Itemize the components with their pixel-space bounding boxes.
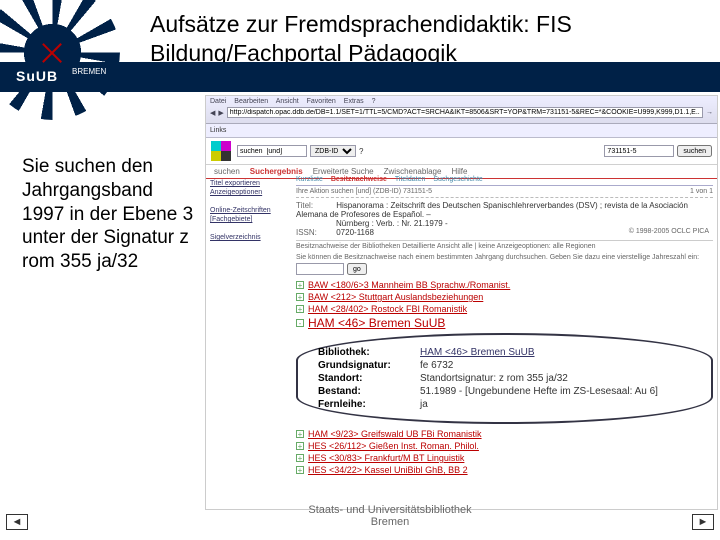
- left-link[interactable]: Titel exportieren: [210, 180, 290, 187]
- tab-suchergebnis[interactable]: Suchergebnis: [250, 167, 303, 176]
- action-text: Ihre Aktion suchen [und] (ZDB-ID) 731151…: [296, 188, 432, 195]
- subtab-besitznachweise[interactable]: Besitznachweise: [331, 176, 387, 183]
- issn-value: 0720-1168: [336, 228, 374, 237]
- forward-icon[interactable]: ▶: [218, 109, 223, 117]
- main-column: Kurzliste Besitznachweise Titeldaten Suc…: [296, 174, 713, 476]
- fernleihe-label: Fernleihe:: [318, 399, 418, 410]
- slide-title: Aufsätze zur Fremdsprachendidaktik: FIS …: [150, 10, 572, 68]
- standort-value: Standortsignatur: z rom 355 ja/32: [420, 373, 658, 384]
- bestand-value: 51.1989 - [Ungebundene Hefte im ZS-Leses…: [420, 386, 658, 397]
- bibliothek-label: Bibliothek:: [318, 347, 418, 358]
- year-go-button[interactable]: go: [347, 263, 367, 275]
- collapse-icon[interactable]: -: [296, 319, 304, 327]
- holdings-note: Sie können die Besitznachweise nach eine…: [296, 252, 713, 263]
- result-count: 1 von 1: [690, 188, 713, 195]
- expand-icon[interactable]: +: [296, 293, 304, 301]
- subtab-suchgeschichte[interactable]: Suchgeschichte: [433, 176, 482, 183]
- expand-icon[interactable]: +: [296, 466, 304, 474]
- next-slide-button[interactable]: ►: [692, 514, 714, 530]
- browser-screenshot: Datei Bearbeiten Ansicht Favoriten Extra…: [205, 95, 718, 510]
- library-link-selected[interactable]: HAM <46> Bremen SuUB: [308, 316, 445, 330]
- library-link[interactable]: HES <34/22> Kassel UniBibl GhB, BB 2: [308, 465, 468, 475]
- title-line1: Aufsätze zur Fremdsprachendidaktik: FIS: [150, 11, 572, 37]
- library-link[interactable]: HAM <28/402> Rostock FBI Romanistik: [308, 304, 467, 314]
- menu-item[interactable]: ?: [372, 98, 376, 105]
- record-block: Titel: Hispanorama : Zeitschrift des Deu…: [296, 198, 713, 241]
- left-link[interactable]: [Fachgebiete]: [210, 216, 290, 223]
- holding-detail-ellipse: Bibliothek: HAM <46> Bremen SuUB Grundsi…: [296, 333, 713, 424]
- bestand-label: Bestand:: [318, 386, 418, 397]
- left-link[interactable]: Sigelverzeichnis: [210, 234, 290, 241]
- expand-icon[interactable]: +: [296, 442, 304, 450]
- footer-text: Staats- und UniversitätsbibliothekBremen: [260, 504, 520, 528]
- address-bar[interactable]: [227, 107, 703, 118]
- subtab-titeldaten[interactable]: Titeldaten: [395, 176, 425, 183]
- menu-item[interactable]: Extras: [344, 98, 364, 105]
- search-button[interactable]: suchen: [677, 145, 712, 157]
- menu-item[interactable]: Favoriten: [307, 98, 336, 105]
- go-icon[interactable]: →: [706, 109, 713, 116]
- bibliothek-value[interactable]: HAM <46> Bremen SuUB: [420, 347, 535, 358]
- sub-tabs: Kurzliste Besitznachweise Titeldaten Suc…: [296, 174, 713, 186]
- subtab-kurzliste[interactable]: Kurzliste: [296, 176, 323, 183]
- instruction-text: Sie suchen den Jahrgangsband 1997 in der…: [22, 155, 197, 274]
- browser-toolbar: Datei Bearbeiten Ansicht Favoriten Extra…: [206, 96, 717, 124]
- expand-icon[interactable]: +: [296, 305, 304, 313]
- suub-logo-icon: [0, 0, 120, 120]
- library-list: + BAW <180/6>3 Mannheim BB Sprachw./Roman…: [296, 279, 713, 331]
- grundsig-label: Grundsignatur:: [318, 360, 418, 371]
- grundsig-value: fe 6732: [420, 360, 658, 371]
- title-label: Titel:: [296, 201, 334, 210]
- standort-label: Standort:: [318, 373, 418, 384]
- library-link[interactable]: HAM <9/23> Greifswald UB FBi Romanistik: [308, 429, 482, 439]
- links-label: Links: [210, 127, 226, 134]
- year-input[interactable]: [296, 263, 344, 275]
- library-link[interactable]: BAW <212> Stuttgart Auslandsbeziehungen: [308, 292, 483, 302]
- catalog-logo-icon: [211, 141, 231, 161]
- menu-item[interactable]: Ansicht: [276, 98, 299, 105]
- expand-icon[interactable]: +: [296, 281, 304, 289]
- left-column: Titel exportieren Anzeigeoptionen Online…: [206, 176, 294, 509]
- help-icon[interactable]: ?: [359, 147, 363, 156]
- record-place: Nürnberg : Verb. : Nr. 21.1979 -: [336, 219, 448, 228]
- search-field-select[interactable]: ZDB-ID: [310, 145, 356, 157]
- menu-item[interactable]: Bearbeiten: [234, 98, 268, 105]
- issn-label: ISSN:: [296, 228, 334, 237]
- browser-menu: Datei Bearbeiten Ansicht Favoriten Extra…: [210, 98, 713, 105]
- fernleihe-value: ja: [420, 399, 658, 410]
- back-icon[interactable]: ◀: [210, 109, 215, 117]
- prev-slide-button[interactable]: ◄: [6, 514, 28, 530]
- library-link[interactable]: HES <26/112> Gießen Inst. Roman. Philol.: [308, 441, 479, 451]
- left-link[interactable]: Anzeigeoptionen: [210, 189, 290, 196]
- holdings-bar: Besitznachweise der Bibliotheken Detaill…: [296, 241, 713, 252]
- menu-item[interactable]: Datei: [210, 98, 226, 105]
- expand-icon[interactable]: +: [296, 430, 304, 438]
- library-link[interactable]: BAW <180/6>3 Mannheim BB Sprachw./Romani…: [308, 280, 510, 290]
- expand-icon[interactable]: +: [296, 454, 304, 462]
- logo-text: SuUB: [16, 68, 58, 84]
- record-title: Hispanorama : Zeitschrift des Deutschen …: [296, 201, 688, 219]
- search-hint[interactable]: [237, 145, 307, 157]
- library-link[interactable]: HES <30/83> Frankfurt/M BT Linguistik: [308, 453, 464, 463]
- logo-subtext: BREMEN: [72, 68, 106, 76]
- tab-suchen[interactable]: suchen: [214, 167, 240, 176]
- search-input[interactable]: [604, 145, 674, 157]
- catalog-search-row: ZDB-ID ? suchen: [206, 138, 717, 165]
- left-link[interactable]: Online-Zeitschriften: [210, 207, 290, 214]
